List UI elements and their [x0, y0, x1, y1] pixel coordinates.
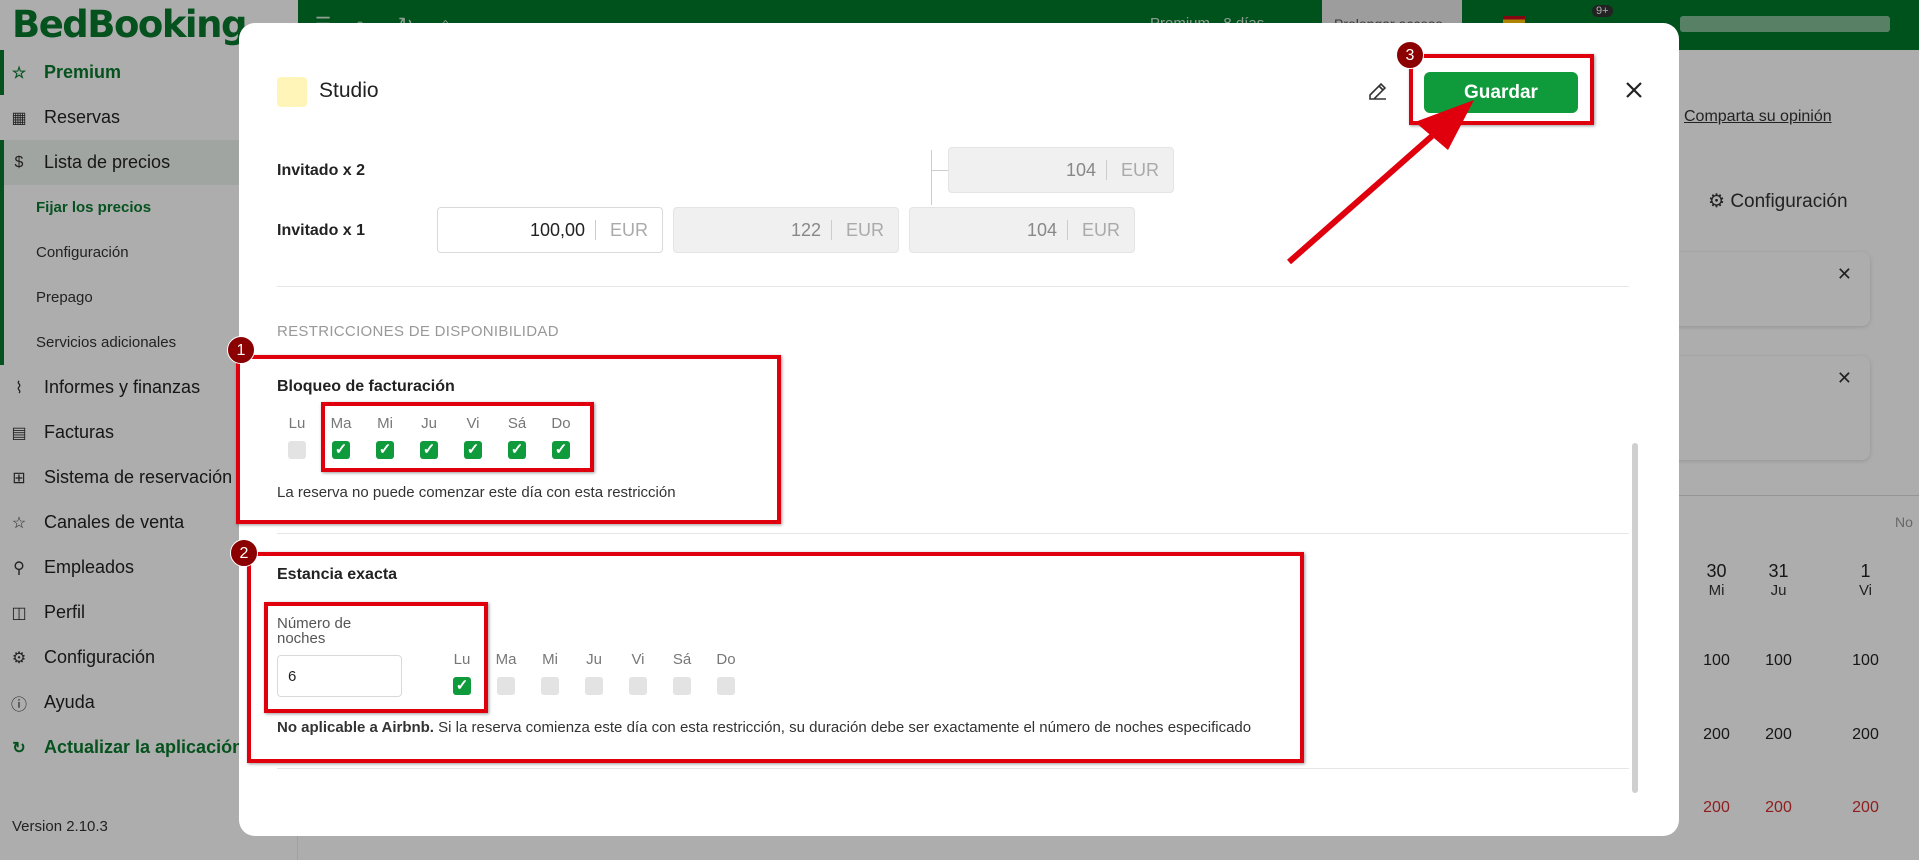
annotation-arrow	[1287, 100, 1474, 265]
